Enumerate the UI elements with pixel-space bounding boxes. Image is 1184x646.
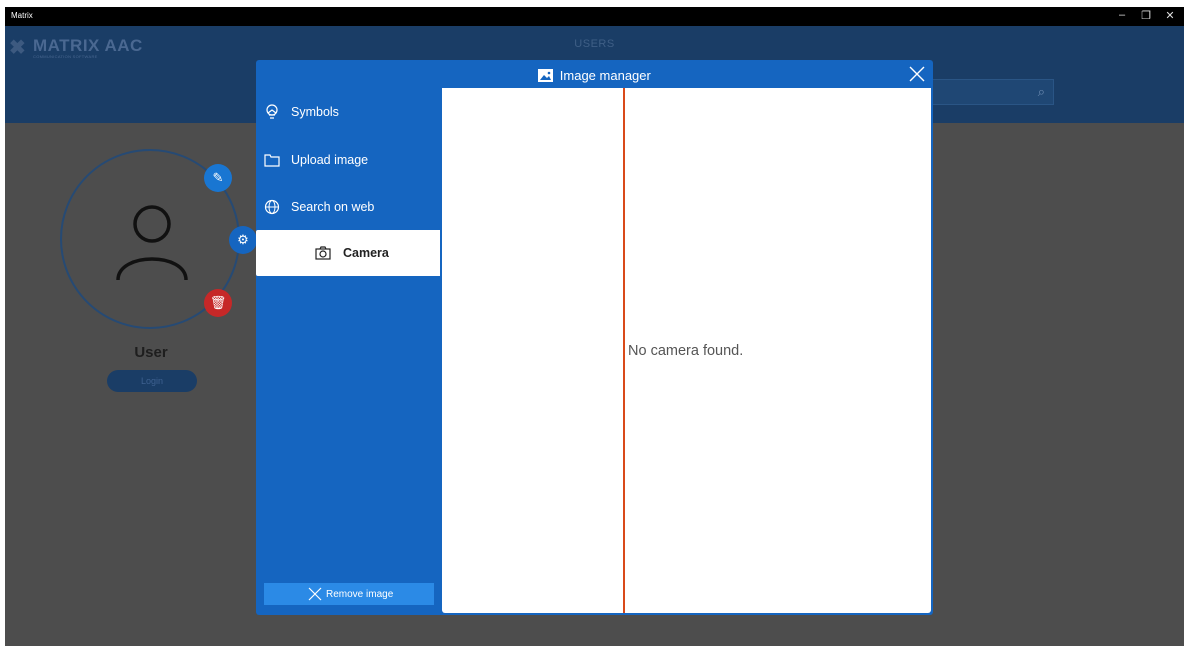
nav-label-search-on-web: Search on web (291, 200, 375, 214)
close-window-button[interactable]: ✕ (1160, 9, 1180, 22)
camera-divider-line (623, 88, 625, 613)
delete-user-button[interactable]: 🗑 (204, 289, 232, 317)
user-avatar-icon (116, 205, 188, 281)
lightbulb-icon (266, 104, 278, 119)
no-camera-message: No camera found. (628, 343, 744, 359)
search-icon[interactable]: ⌕ (1038, 84, 1045, 100)
nav-label-upload-image: Upload image (291, 153, 369, 167)
gear-icon: ⚙ (237, 232, 249, 247)
nav-label-symbols: Symbols (291, 105, 339, 119)
nav-item-upload-image[interactable]: Upload image (256, 137, 440, 183)
app-window: Matrix – ❐ ✕ ✖ MATRIX AAC COMMUNICATION … (5, 7, 1184, 646)
remove-image-label: Remove image (326, 589, 394, 600)
close-dialog-button[interactable] (907, 64, 927, 84)
logo-subtitle: COMMUNICATION SOFTWARE (33, 54, 98, 59)
search-input[interactable]: ⌕ (930, 79, 1054, 105)
nav-item-symbols[interactable]: Symbols (256, 89, 440, 135)
dialog-title: Image manager (256, 68, 933, 83)
close-icon (308, 587, 322, 601)
user-name: User (134, 344, 168, 361)
maximize-button[interactable]: ❐ (1136, 9, 1156, 22)
folder-icon (264, 154, 280, 167)
camera-preview-area: No camera found. (442, 88, 931, 613)
nav-item-search-on-web[interactable]: Search on web (256, 184, 440, 230)
image-manager-dialog: Image manager Symbols Upload image Searc… (256, 60, 933, 615)
pencil-icon: ✎ (212, 170, 224, 185)
window-title: Matrix (11, 11, 33, 20)
page-title: USERS (574, 38, 615, 50)
dialog-title-text: Image manager (559, 68, 651, 83)
dialog-header: Image manager (256, 60, 933, 88)
image-icon (538, 69, 554, 82)
settings-user-button[interactable]: ⚙ (229, 226, 257, 254)
globe-icon (264, 199, 280, 215)
nav-item-camera[interactable]: Camera (256, 230, 440, 276)
trash-icon: 🗑 (209, 295, 227, 310)
remove-image-button[interactable]: Remove image (264, 583, 434, 605)
nav-label-camera: Camera (343, 246, 389, 260)
title-bar: Matrix – ❐ ✕ (5, 7, 1184, 26)
edit-user-button[interactable]: ✎ (204, 164, 232, 192)
login-button[interactable]: Login (107, 370, 197, 392)
camera-icon (315, 246, 331, 260)
minimize-button[interactable]: – (1112, 9, 1132, 21)
